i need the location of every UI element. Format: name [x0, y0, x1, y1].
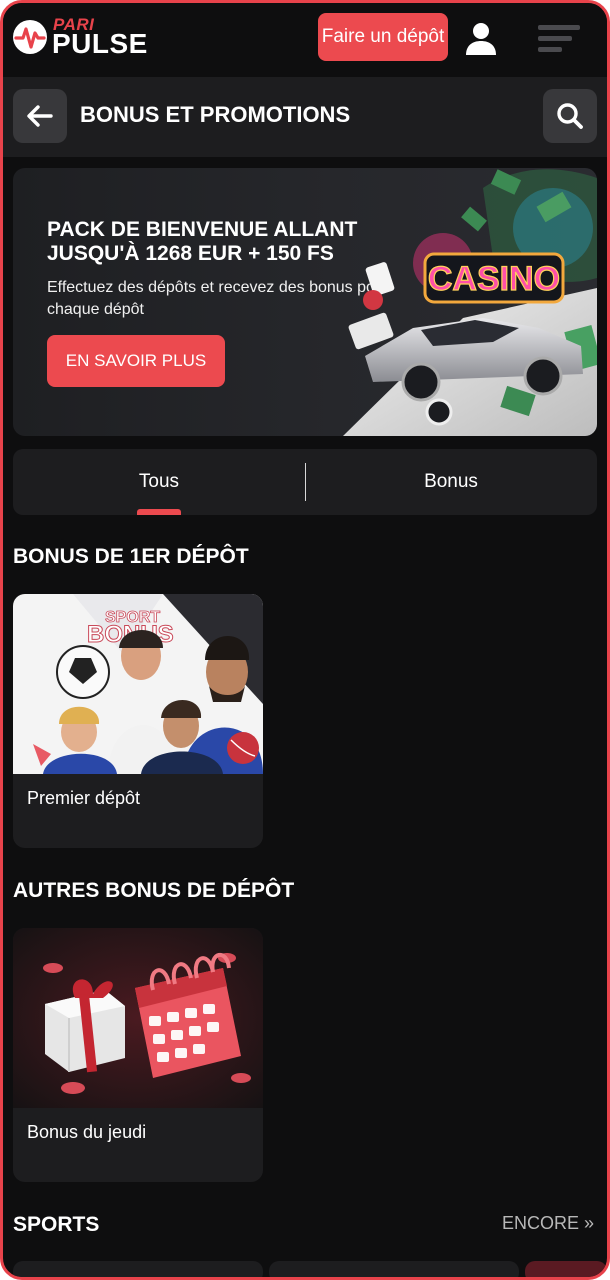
- learn-more-button[interactable]: EN SAVOIR PLUS: [47, 335, 225, 387]
- logo[interactable]: PARI PULSE: [12, 15, 162, 61]
- promo-card-first-deposit[interactable]: SPORT BONUS Premier dépôt: [13, 594, 263, 848]
- card-label-first-deposit: Premier dépôt: [27, 788, 141, 808]
- filter-tabs: Tous Bonus: [13, 449, 597, 515]
- card-label-thursday-bonus: Bonus du jeudi: [27, 1122, 147, 1142]
- menu-icon: [538, 25, 580, 52]
- sports-cards-strip: [13, 1261, 607, 1277]
- search-icon: [557, 103, 583, 129]
- banner-title: PACK DE BIENVENUE ALLANT JUSQU'À 1268 EU…: [47, 218, 358, 265]
- user-icon: [466, 23, 496, 55]
- sports-more-link[interactable]: ENCORE »: [502, 1213, 594, 1234]
- logo-mark-icon: [13, 20, 47, 54]
- arrow-left-icon: [27, 105, 53, 127]
- promo-card-thursday-bonus[interactable]: Bonus du jeudi: [13, 928, 263, 1182]
- banner-casino-sign: CASINO: [428, 260, 560, 298]
- page-title: BONUS ET PROMOTIONS: [80, 102, 351, 127]
- app-frame: PARI PULSE Faire un dépôt BONUS ET PROMO…: [0, 0, 610, 1280]
- section-title-first-deposit: BONUS DE 1ER DÉPÔT: [13, 545, 249, 568]
- section-title-sports: SPORTS: [13, 1213, 100, 1236]
- logo-pulse-text: PULSE: [52, 28, 148, 59]
- top-bar: PARI PULSE Faire un dépôt: [3, 3, 607, 77]
- sport-bonus-illustration: SPORT BONUS: [13, 594, 263, 774]
- page-header: BONUS ET PROMOTIONS: [3, 77, 607, 157]
- gift-calendar-illustration: [13, 928, 263, 1108]
- section-title-other-deposit: AUTRES BONUS DE DÉPÔT: [13, 879, 295, 902]
- back-button[interactable]: [13, 89, 67, 143]
- tab-bonus[interactable]: Bonus: [305, 449, 597, 515]
- tab-all[interactable]: Tous: [13, 449, 305, 515]
- menu-button[interactable]: [533, 19, 581, 59]
- casino-car-illustration: CASINO: [343, 169, 597, 436]
- search-button[interactable]: [543, 89, 597, 143]
- deposit-button[interactable]: Faire un dépôt: [318, 13, 448, 61]
- welcome-pack-banner[interactable]: PACK DE BIENVENUE ALLANT JUSQU'À 1268 EU…: [13, 168, 597, 436]
- active-tab-indicator: [137, 509, 181, 515]
- user-button[interactable]: [461, 19, 501, 59]
